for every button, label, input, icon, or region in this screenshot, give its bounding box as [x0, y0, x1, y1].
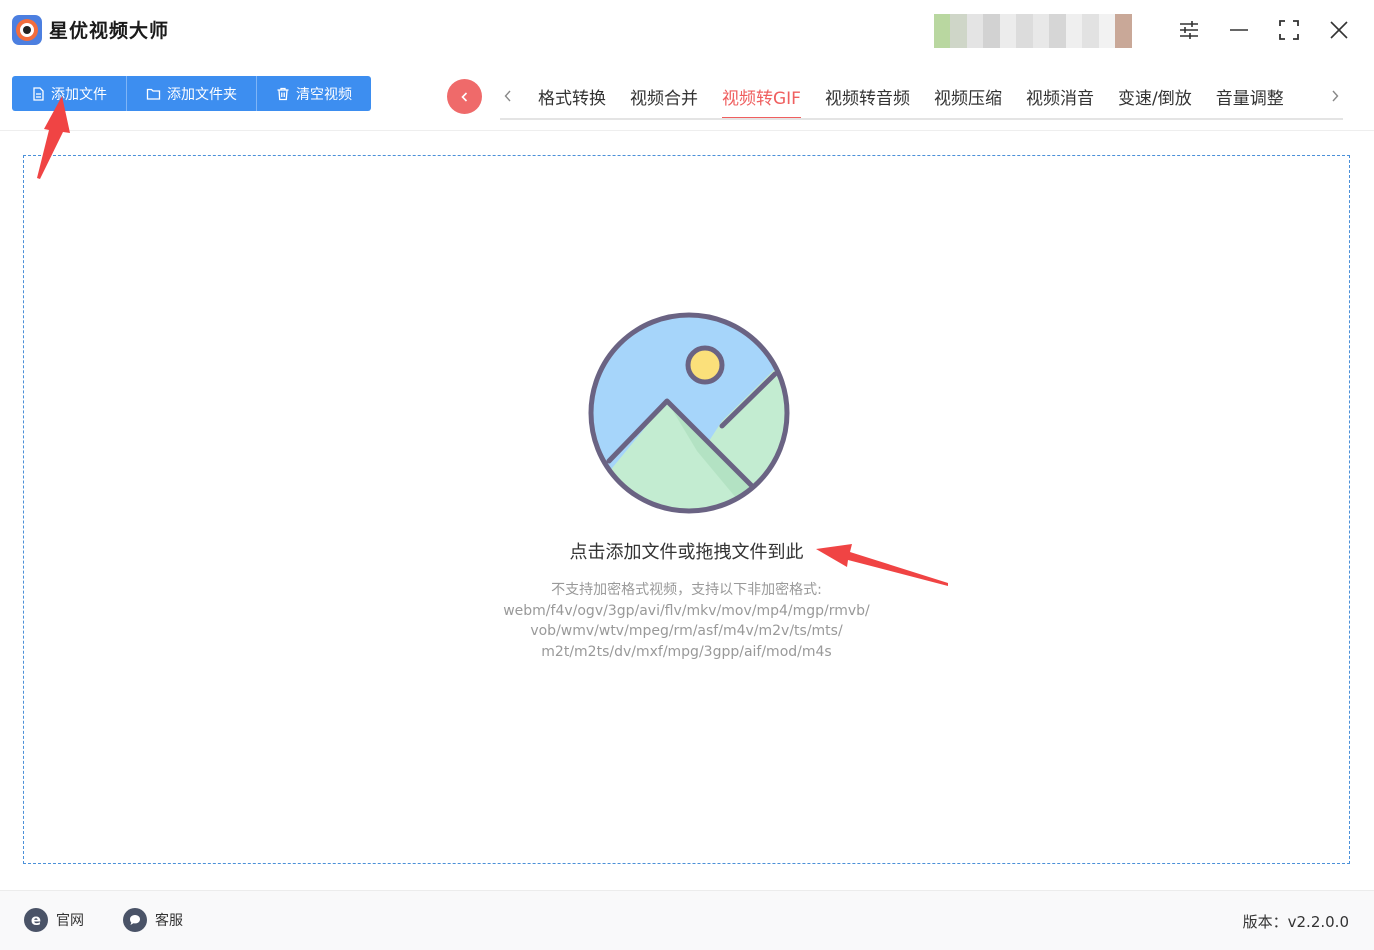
add-file-label: 添加文件: [51, 86, 107, 103]
footer-bar: e 官网 客服 版本：v2.2.0.0: [0, 890, 1374, 950]
tab-video-compress[interactable]: 视频压缩: [922, 78, 1014, 120]
tab-scroll-left-button[interactable]: [500, 84, 516, 108]
trash-icon: [277, 87, 289, 100]
tab-video-to-gif[interactable]: 视频转GIF: [710, 78, 813, 120]
support-link[interactable]: 客服: [123, 908, 183, 932]
version-label: 版本：v2.2.0.0: [1242, 913, 1349, 931]
tab-video-mute[interactable]: 视频消音: [1014, 78, 1106, 120]
chevron-right-icon: [1332, 90, 1339, 102]
title-bar: 星优视频大师: [0, 0, 1374, 62]
format-list-line: webm/f4v/ogv/3gp/avi/flv/mkv/mov/mp4/mgp…: [503, 602, 870, 619]
tabs-divider: [500, 118, 1343, 120]
minimize-icon[interactable]: [1223, 14, 1255, 46]
feature-tabs: 格式转换 视频合并 视频转GIF 视频转音频 视频压缩 视频消音 变速/倒放 音…: [526, 78, 1296, 120]
sliders-icon[interactable]: [1173, 14, 1205, 46]
back-button[interactable]: [447, 79, 482, 114]
image-placeholder-icon: [588, 312, 790, 514]
format-list-line: m2t/m2ts/dv/mxf/mpg/3gpp/aif/mod/m4s: [541, 643, 832, 660]
chevron-left-icon: [460, 91, 467, 102]
folder-icon: [146, 88, 161, 100]
header-divider: [0, 130, 1374, 131]
chat-bubble-icon: [123, 908, 147, 932]
tab-video-to-audio[interactable]: 视频转音频: [813, 78, 922, 120]
tab-video-merge[interactable]: 视频合并: [618, 78, 710, 120]
format-list-line: vob/wmv/wtv/mpeg/rm/asf/m4v/m2v/ts/mts/: [530, 623, 843, 639]
add-folder-button[interactable]: 添加文件夹: [126, 76, 256, 111]
file-drop-zone[interactable]: 点击添加文件或拖拽文件到此 不支持加密格式视频，支持以下非加密格式: webm/…: [23, 155, 1350, 864]
format-notice: 不支持加密格式视频，支持以下非加密格式:: [551, 582, 822, 598]
website-link[interactable]: e 官网: [24, 908, 84, 932]
tab-volume-adjust[interactable]: 音量调整: [1204, 78, 1296, 120]
app-title: 星优视频大师: [49, 20, 170, 42]
tab-speed-reverse[interactable]: 变速/倒放: [1106, 78, 1204, 120]
tab-scroll-right-button[interactable]: [1327, 84, 1343, 108]
supported-formats: 不支持加密格式视频，支持以下非加密格式: webm/f4v/ogv/3gp/av…: [24, 580, 1349, 662]
drop-zone-title: 点击添加文件或拖拽文件到此: [569, 542, 804, 563]
app-logo-icon: [12, 15, 42, 45]
add-folder-label: 添加文件夹: [167, 86, 237, 103]
browser-e-icon: e: [24, 908, 48, 932]
file-toolbar: 添加文件 添加文件夹 清空视频: [12, 76, 371, 111]
maximize-icon[interactable]: [1273, 14, 1305, 46]
clear-videos-label: 清空视频: [296, 86, 352, 103]
chevron-left-icon: [504, 90, 511, 102]
clear-videos-button[interactable]: 清空视频: [256, 76, 371, 111]
file-icon: [33, 86, 44, 101]
close-icon[interactable]: [1323, 14, 1355, 46]
tab-format-convert[interactable]: 格式转换: [526, 78, 618, 120]
website-label: 官网: [56, 913, 84, 929]
user-avatar-blurred[interactable]: [934, 14, 1149, 48]
add-file-button[interactable]: 添加文件: [12, 76, 126, 111]
support-label: 客服: [155, 913, 183, 929]
